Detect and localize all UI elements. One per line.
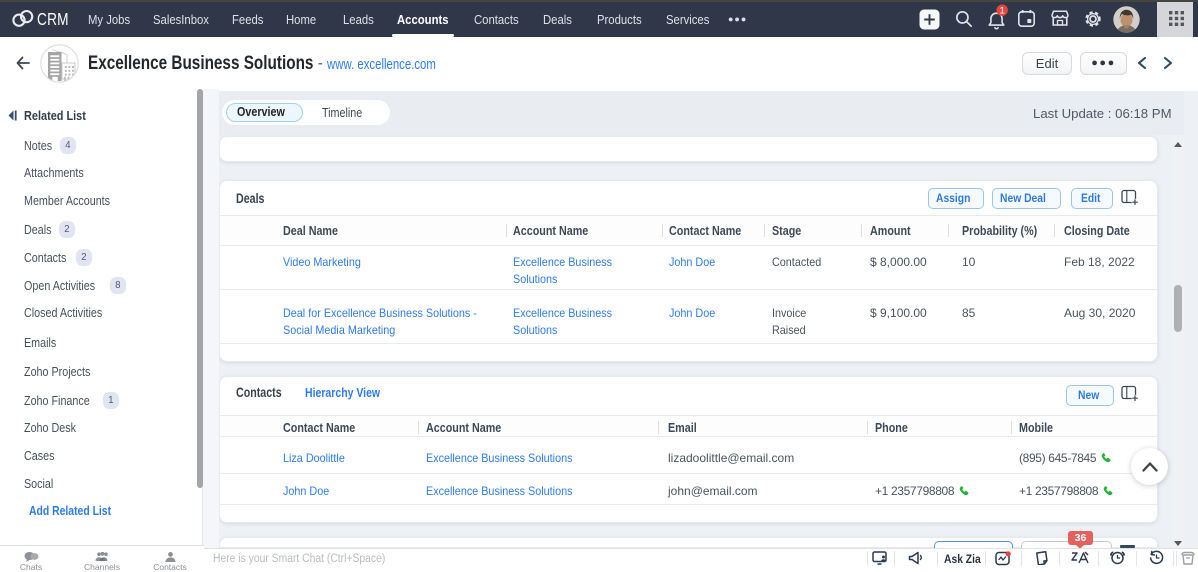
svg-text:1: 1 xyxy=(1000,6,1005,17)
